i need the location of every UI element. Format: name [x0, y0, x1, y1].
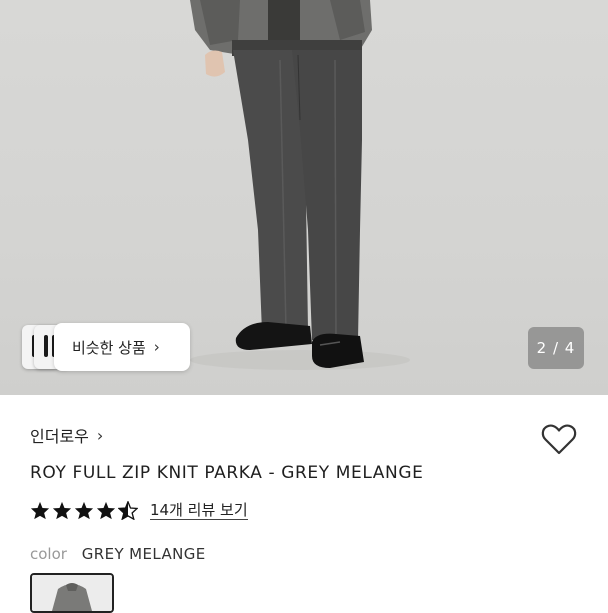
- star-full-icon: [30, 501, 50, 520]
- review-link[interactable]: 14개 리뷰 보기: [150, 501, 248, 520]
- product-image-gallery[interactable]: 비슷한 상품 › 2 / 4: [0, 0, 608, 395]
- star-full-icon: [52, 501, 72, 520]
- heart-icon[interactable]: [540, 421, 578, 457]
- rating-row: 14개 리뷰 보기: [30, 501, 248, 520]
- brand-link[interactable]: 인더로우 ›: [30, 423, 103, 447]
- chevron-right-icon: ›: [153, 338, 160, 356]
- similar-products-button[interactable]: 비슷한 상품 ›: [54, 323, 190, 371]
- star-half-icon: [118, 501, 138, 520]
- product-title: ROY FULL ZIP KNIT PARKA - GREY MELANGE: [30, 463, 424, 483]
- brand-name: 인더로우: [30, 427, 89, 446]
- color-value: GREY MELANGE: [81, 545, 206, 563]
- image-page-counter: 2 / 4: [528, 327, 584, 369]
- thumb-leg: [44, 335, 48, 357]
- product-info: 인더로우 › ROY FULL ZIP KNIT PARKA - GREY ME…: [0, 395, 608, 613]
- color-swatch-grey-melange[interactable]: [30, 573, 114, 613]
- star-full-icon: [74, 501, 94, 520]
- swatch-garment-image: [32, 575, 112, 611]
- chevron-right-icon: ›: [96, 425, 104, 445]
- color-label: color: [30, 545, 67, 563]
- color-selected: color GREY MELANGE: [30, 545, 206, 563]
- similar-products-label: 비슷한 상품: [72, 338, 146, 357]
- star-full-icon: [96, 501, 116, 520]
- star-rating: [30, 501, 140, 520]
